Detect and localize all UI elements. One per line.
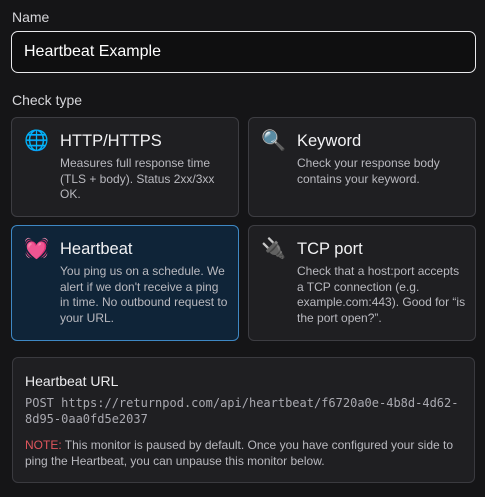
heartbeat-url-title: Heartbeat URL (25, 373, 119, 389)
note-text: This monitor is paused by default. Once … (25, 438, 454, 468)
check-type-label: Check type (12, 92, 83, 108)
globe-icon: 🌐 (24, 130, 49, 152)
check-type-keyword-card[interactable]: 🔍 Keyword Check your response body conta… (248, 117, 476, 217)
check-type-description: Measures full response time (TLS + body)… (60, 156, 215, 202)
check-type-description: You ping us on a schedule. We alert if w… (60, 264, 228, 325)
name-input[interactable] (11, 31, 476, 73)
magnifier-icon: 🔍 (261, 130, 286, 152)
check-type-title: Keyword (297, 132, 362, 150)
check-type-description: Check your response body contains your k… (297, 156, 440, 186)
check-type-tcp-card[interactable]: 🔌 TCP port Check that a host:port accept… (248, 225, 476, 341)
check-type-title: TCP port (297, 240, 363, 258)
heartbeat-url-value[interactable]: POST https://returnpod.com/api/heartbeat… (25, 395, 465, 427)
check-type-heartbeat-card[interactable]: 💓 Heartbeat You ping us on a schedule. W… (11, 225, 239, 341)
plug-icon: 🔌 (261, 238, 286, 260)
note-label: NOTE: (25, 438, 62, 452)
check-type-title: HTTP/HTTPS (60, 132, 162, 150)
check-type-http-card[interactable]: 🌐 HTTP/HTTPS Measures full response time… (11, 117, 239, 217)
pause-note: NOTE: This monitor is paused by default.… (25, 438, 470, 469)
check-type-description: Check that a host:port accepts a TCP con… (297, 264, 466, 325)
check-type-title: Heartbeat (60, 240, 133, 258)
heartbeat-url-panel: Heartbeat URL POST https://returnpod.com… (12, 357, 475, 483)
name-label: Name (12, 9, 50, 25)
heart-icon: 💓 (24, 238, 49, 260)
